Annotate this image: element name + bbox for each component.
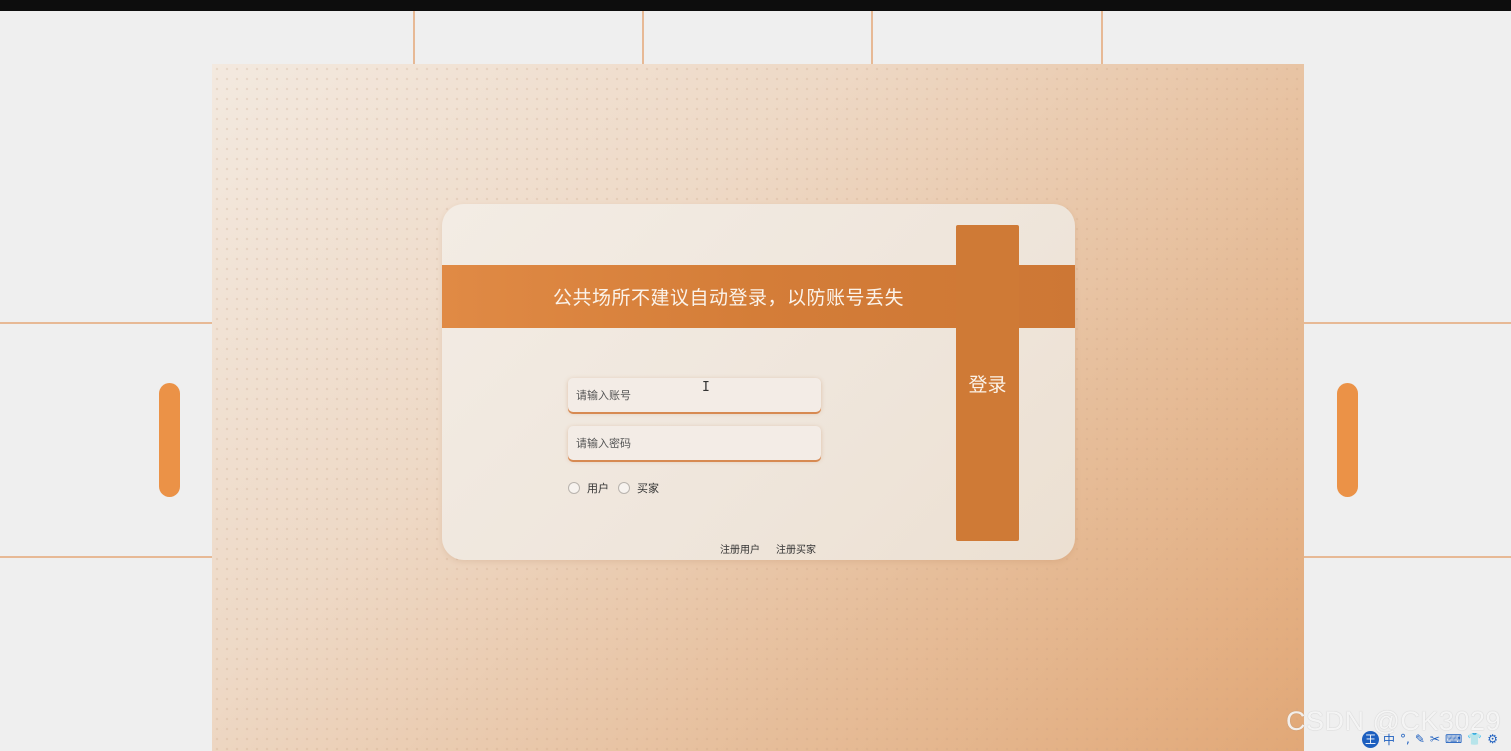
left-side-handle[interactable] [159,383,180,497]
settings-icon[interactable]: ⚙ [1487,732,1498,746]
skin-icon[interactable]: 👕 [1467,732,1482,746]
tile-divider [642,11,644,64]
text-cursor-icon: I [702,380,710,395]
keyboard-icon[interactable]: ⌨ [1445,732,1462,746]
tile-divider [1304,556,1511,558]
login-button[interactable]: 登录 [956,225,1019,541]
ime-logo-icon[interactable]: 王 [1362,730,1379,748]
role-option-label: 买家 [637,482,659,495]
tile-divider [0,322,212,324]
radio-icon[interactable] [618,482,630,494]
role-option-label: 用户 [587,482,609,495]
register-buyer-link[interactable]: 注册买家 [776,541,816,556]
register-links: 注册用户 注册买家 [720,541,832,556]
punctuation-icon[interactable]: °, [1400,732,1410,746]
tile-divider [1304,322,1511,324]
radio-icon[interactable] [568,482,580,494]
right-side-handle[interactable] [1337,383,1358,497]
role-option-user[interactable]: 用户 [568,480,609,496]
tile-divider [413,11,415,64]
login-button-label: 登录 [968,373,1007,396]
tile-divider [871,11,873,64]
account-input[interactable] [568,378,821,412]
pen-icon[interactable]: ✎ [1415,732,1425,746]
ime-toolbar: 王 中 °, ✎ ✂ ⌨ 👕 ⚙ [1362,730,1503,748]
ime-mode[interactable]: 中 [1383,731,1395,748]
role-radio-group: 用户 买家 [568,480,668,496]
password-input[interactable] [568,426,821,460]
tile-divider [0,556,212,558]
top-bar [0,0,1511,11]
role-option-buyer[interactable]: 买家 [618,480,659,496]
notice-text: 公共场所不建议自动登录，以防账号丢失 [552,287,904,309]
tile-divider [1101,11,1103,64]
scissors-icon[interactable]: ✂ [1430,732,1440,746]
register-user-link[interactable]: 注册用户 [720,541,760,556]
